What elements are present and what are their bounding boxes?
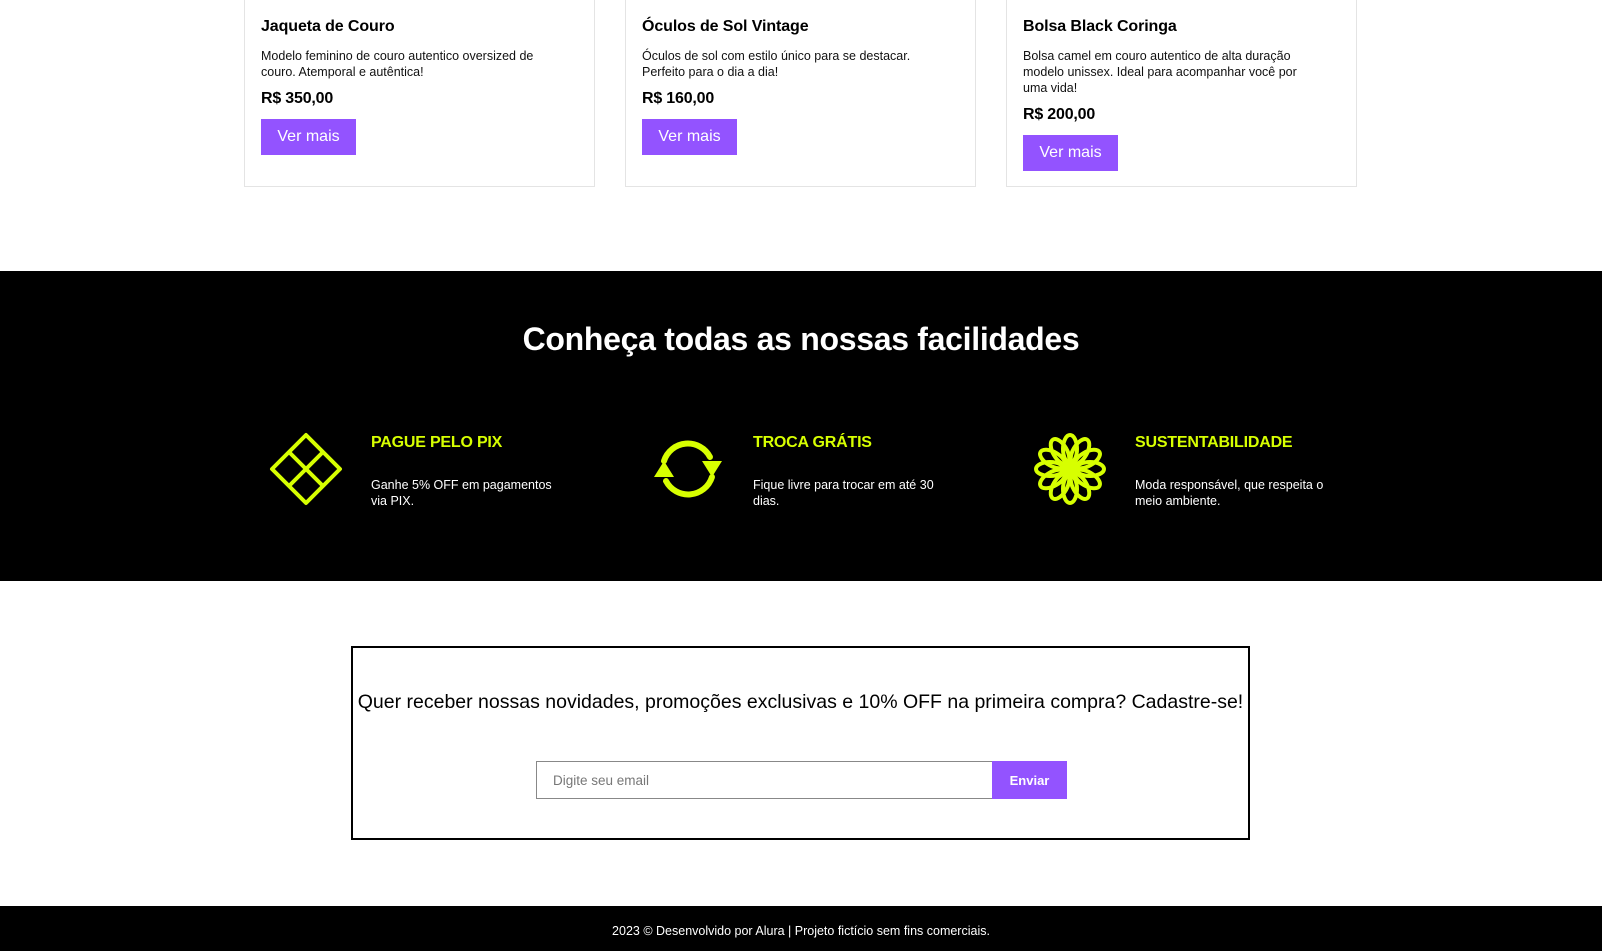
- features-section: Conheça todas as nossas facilidades PAGU…: [0, 271, 1602, 581]
- feature-title: PAGUE PELO PIX: [371, 434, 503, 451]
- flower-icon: [1032, 431, 1108, 507]
- products-section: Jaqueta de Couro Modelo feminino de cour…: [0, 0, 1602, 271]
- ver-mais-button[interactable]: Ver mais: [1023, 135, 1118, 171]
- ver-mais-button[interactable]: Ver mais: [642, 119, 737, 155]
- product-title: Jaqueta de Couro: [261, 18, 395, 35]
- email-input[interactable]: [536, 761, 992, 799]
- footer-text: 2023 © Desenvolvido por Alura | Projeto …: [612, 924, 990, 938]
- feature-text: Fique livre para trocar em até 30 dias.: [753, 478, 934, 508]
- feature-item: SUSTENTABILIDADE Moda responsável, que r…: [1032, 431, 1412, 531]
- product-description: Modelo feminino de couro autentico overs…: [261, 49, 534, 79]
- ver-mais-button[interactable]: Ver mais: [261, 119, 356, 155]
- product-card: Óculos de Sol Vintage Óculos de sol com …: [625, 0, 976, 187]
- features-title: Conheça todas as nossas facilidades: [522, 321, 1080, 357]
- feature-title: SUSTENTABILIDADE: [1135, 434, 1293, 451]
- feature-item: TROCA GRÁTIS Fique livre para trocar em …: [650, 431, 1030, 531]
- product-card: Bolsa Black Coringa Bolsa camel em couro…: [1006, 0, 1357, 187]
- newsletter-form: Enviar: [536, 761, 1067, 799]
- product-description: Óculos de sol com estilo único para se d…: [642, 49, 911, 79]
- product-price: R$ 200,00: [1023, 106, 1096, 123]
- product-card: Jaqueta de Couro Modelo feminino de cour…: [244, 0, 595, 187]
- product-price: R$ 160,00: [642, 90, 715, 107]
- newsletter-box: Quer receber nossas novidades, promoções…: [351, 646, 1250, 840]
- newsletter-text: Quer receber nossas novidades, promoções…: [357, 691, 1244, 713]
- product-title: Óculos de Sol Vintage: [642, 18, 809, 35]
- product-title: Bolsa Black Coringa: [1023, 18, 1177, 35]
- send-button[interactable]: Enviar: [992, 761, 1067, 799]
- feature-item: PAGUE PELO PIX Ganhe 5% OFF em pagamento…: [268, 431, 648, 531]
- exchange-icon: [650, 431, 726, 507]
- pix-icon: [268, 431, 344, 507]
- product-description: Bolsa camel em couro autentico de alta d…: [1023, 49, 1297, 95]
- feature-title: TROCA GRÁTIS: [753, 434, 872, 451]
- footer: 2023 © Desenvolvido por Alura | Projeto …: [0, 906, 1602, 951]
- feature-text: Moda responsável, que respeita o meio am…: [1135, 478, 1324, 508]
- feature-text: Ganhe 5% OFF em pagamentos via PIX.: [371, 478, 552, 508]
- product-price: R$ 350,00: [261, 90, 334, 107]
